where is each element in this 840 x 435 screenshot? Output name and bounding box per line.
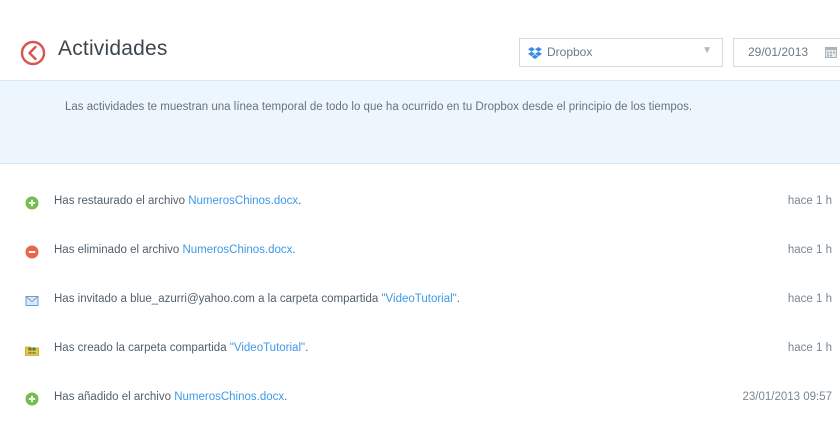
activity-text: Has eliminado el archivo NumerosChinos.d… bbox=[54, 244, 296, 256]
envelope-icon bbox=[25, 296, 39, 306]
page-title: Actividades bbox=[58, 37, 168, 60]
plus-icon bbox=[25, 196, 39, 210]
info-banner: Las actividades te muestran una línea te… bbox=[0, 80, 840, 164]
activity-row: Has añadido el archivo NumerosChinos.doc… bbox=[0, 380, 840, 429]
plus-icon bbox=[25, 392, 39, 406]
activity-list: Has restaurado el archivo NumerosChinos.… bbox=[0, 184, 840, 429]
date-value: 29/01/2013 bbox=[748, 45, 809, 59]
dropbox-icon bbox=[528, 47, 542, 59]
activity-text: Has invitado a blue_azurri@yahoo.com a l… bbox=[54, 293, 460, 305]
page-header: Actividades Dropbox ▼ 29/01/2013 bbox=[0, 0, 840, 80]
activity-time: 23/01/2013 09:57 bbox=[742, 391, 832, 403]
filter-selected-label: Dropbox bbox=[547, 45, 593, 59]
folder-filter-select[interactable]: Dropbox ▼ bbox=[519, 38, 723, 67]
folder-link[interactable]: "VideoTutorial" bbox=[230, 342, 305, 354]
activity-time: hace 1 h bbox=[787, 244, 832, 256]
activity-row: Has restaurado el archivo NumerosChinos.… bbox=[0, 184, 840, 233]
calendar-icon[interactable] bbox=[825, 47, 837, 58]
chevron-down-icon: ▼ bbox=[702, 45, 712, 56]
activity-row: Has creado la carpeta compartida "VideoT… bbox=[0, 331, 840, 380]
clock-back-icon bbox=[20, 40, 46, 66]
activity-text: Has añadido el archivo NumerosChinos.doc… bbox=[54, 391, 288, 403]
activity-time: hace 1 h bbox=[787, 342, 832, 354]
minus-icon bbox=[25, 245, 39, 259]
info-text: Las actividades te muestran una línea te… bbox=[65, 101, 693, 113]
date-field[interactable]: 29/01/2013 bbox=[733, 38, 840, 67]
file-link[interactable]: NumerosChinos.docx bbox=[188, 195, 298, 207]
activity-time: hace 1 h bbox=[787, 195, 832, 207]
activity-text: Has restaurado el archivo NumerosChinos.… bbox=[54, 195, 302, 207]
activity-time: hace 1 h bbox=[787, 293, 832, 305]
activity-row: Has invitado a blue_azurri@yahoo.com a l… bbox=[0, 282, 840, 331]
activity-row: Has eliminado el archivo NumerosChinos.d… bbox=[0, 233, 840, 282]
file-link[interactable]: NumerosChinos.docx bbox=[174, 391, 284, 403]
shared-folder-icon bbox=[25, 346, 39, 356]
file-link[interactable]: NumerosChinos.docx bbox=[182, 244, 292, 256]
folder-link[interactable]: "VideoTutorial" bbox=[381, 293, 456, 305]
activity-text: Has creado la carpeta compartida "VideoT… bbox=[54, 342, 309, 354]
